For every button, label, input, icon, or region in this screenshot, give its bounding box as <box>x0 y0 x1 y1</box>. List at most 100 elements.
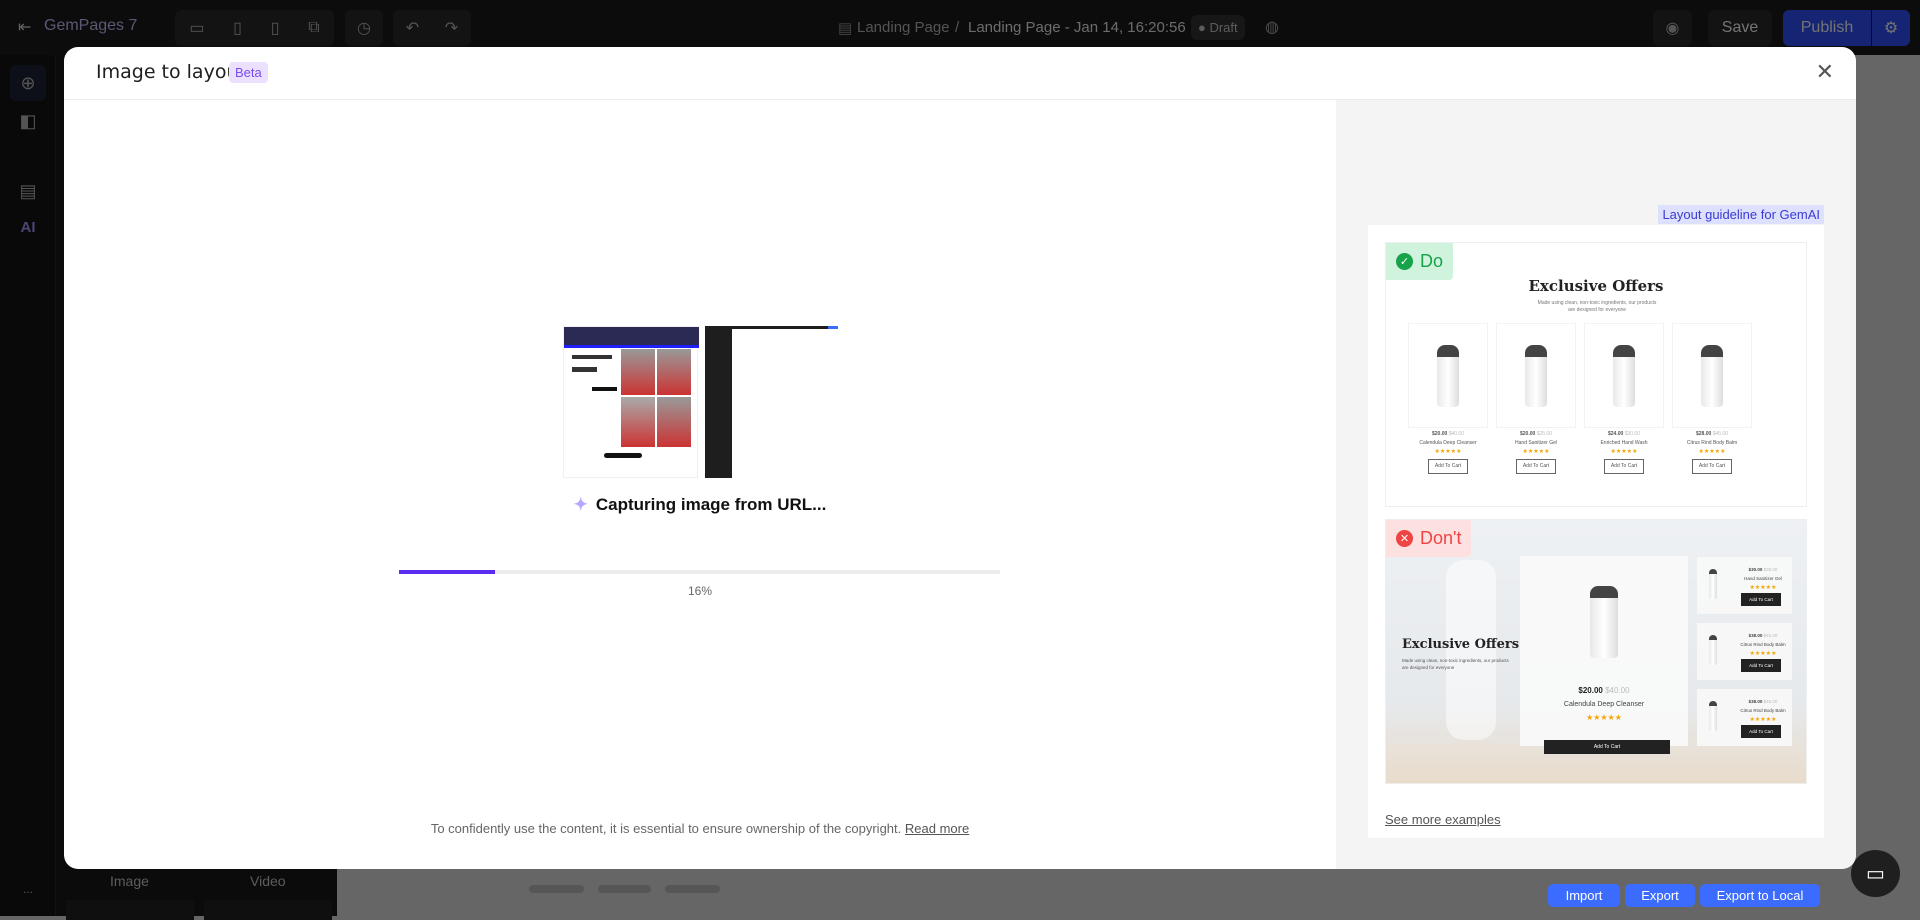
product-card <box>1496 323 1576 428</box>
desktop-icon[interactable]: ▭ <box>189 18 204 38</box>
product-name: Hand Sanitizer Gel <box>1744 576 1782 581</box>
theme-icon[interactable]: ◧ <box>10 103 46 139</box>
exit-icon[interactable]: ⇤ <box>18 17 31 37</box>
read-more-link[interactable]: Read more <box>905 821 969 836</box>
dont-tag: ✕ Don't <box>1386 520 1472 557</box>
chat-button[interactable]: ▭ <box>1851 850 1900 897</box>
old-price: $30.00 <box>1624 431 1640 437</box>
sidebar: ⊕ ◧ ▤ AI ... <box>0 55 56 916</box>
add-to-cart-button: Add To Cart <box>1544 740 1670 754</box>
x-circle-icon: ✕ <box>1396 530 1413 547</box>
breadcrumb-separator: / <box>955 19 960 36</box>
clock-icon: ◷ <box>357 20 371 37</box>
old-price: $38.00 <box>1763 567 1778 572</box>
ai-icon[interactable]: AI <box>10 209 46 245</box>
product-name: Calendula Deep Cleanser <box>1419 440 1477 446</box>
rating-stars: ★★★★★ <box>1749 585 1777 591</box>
status-badge: ● Draft <box>1191 15 1245 40</box>
add-to-cart-button: Add To Cart <box>1603 459 1645 474</box>
example-heading: Exclusive Offers <box>1402 637 1520 652</box>
price: $30.00 <box>1748 567 1763 572</box>
placeholder-bar <box>529 885 584 893</box>
price: $20.00 <box>1520 431 1536 437</box>
close-icon[interactable]: ✕ <box>1816 59 1834 85</box>
rating-stars: ★★★★★ <box>1522 449 1550 455</box>
preview-button[interactable]: ◉ <box>1653 10 1692 46</box>
rating-stars: ★★★★★ <box>1749 717 1777 723</box>
undo-redo: ↶ ↷ <box>393 10 471 46</box>
price: $20.00 <box>1578 686 1603 695</box>
redo-icon[interactable]: ↷ <box>445 18 458 38</box>
history-button[interactable]: ◷ <box>345 10 383 46</box>
captured-preview <box>563 326 838 478</box>
old-price: $40.00 <box>1605 686 1630 695</box>
tablet-icon[interactable]: ▯ <box>233 18 242 38</box>
guideline-card: ✓ Do Exclusive Offers Made using clean, n… <box>1368 225 1824 838</box>
price: $28.00 <box>1696 431 1712 437</box>
price: $24.00 <box>1608 431 1624 437</box>
globe-icon[interactable]: ◍ <box>1265 17 1279 37</box>
copyright-text: To confidently use the content, it is es… <box>430 821 902 836</box>
add-to-cart-button: Add To Cart <box>1691 459 1733 474</box>
copyright-notice: To confidently use the content, it is es… <box>64 821 1336 836</box>
page-title[interactable]: Landing Page - Jan 14, 16:20:56 <box>968 19 1186 36</box>
product-meta: $28.00 $45.00 Citrus Rind Body Balm ★★★★★ A… <box>1672 430 1752 474</box>
modal-header: Image to layout Beta ✕ <box>64 47 1856 100</box>
old-price: $40.00 <box>1448 431 1464 437</box>
undo-icon[interactable]: ↶ <box>406 18 419 38</box>
breadcrumb-parent[interactable]: Landing Page <box>857 19 950 36</box>
mobile-icon[interactable]: ▯ <box>271 18 280 38</box>
capture-status-text: Capturing image from URL... <box>595 495 827 514</box>
capture-status: ✦ Capturing image from URL... <box>64 495 1336 515</box>
image-to-layout-modal: Image to layout Beta ✕ ✦ Capturing image … <box>64 47 1856 869</box>
export-local-button[interactable]: Export to Local <box>1700 884 1820 907</box>
layout-icon[interactable]: ▤ <box>10 173 46 209</box>
product-card <box>1584 323 1664 428</box>
export-button[interactable]: Export <box>1625 884 1695 907</box>
add-to-cart-button: Add To Cart <box>1515 459 1557 474</box>
see-more-link[interactable]: See more examples <box>1385 812 1501 827</box>
publish-button[interactable]: Publish <box>1783 10 1871 46</box>
placeholder-bar <box>665 885 720 893</box>
old-price: $25.00 <box>1536 431 1552 437</box>
product-name: Citrus Rind Body Balm <box>1686 440 1738 446</box>
side-product-card: $38.00 $45.00 Citrus Rind Body Balm ★★★★★ … <box>1697 623 1792 680</box>
page-icon: ▤ <box>838 20 853 37</box>
product-meta: $20.00 $25.00 Hand Sanitizer Gel ★★★★★ Add … <box>1496 430 1576 474</box>
side-product-card: $30.00 $38.00 Hand Sanitizer Gel ★★★★★ Add… <box>1697 557 1792 614</box>
price: $20.00 <box>1432 431 1448 437</box>
eye-icon: ◉ <box>1665 20 1680 37</box>
save-button[interactable]: Save <box>1708 10 1772 46</box>
responsive-icon[interactable]: ⧉ <box>308 19 319 37</box>
old-price: $45.00 <box>1712 431 1728 437</box>
progress-bar <box>399 570 1000 574</box>
product-meta: $20.00 $40.00 Calendula Deep Cleanser ★★★★… <box>1408 430 1488 474</box>
price: $38.00 <box>1748 633 1763 638</box>
element-video[interactable]: Video <box>250 873 286 889</box>
rating-stars: ★★★★★ <box>1610 449 1638 455</box>
more-icon[interactable]: ... <box>10 871 46 907</box>
example-subtitle: Made using clean, non-toxic ingredients,… <box>1402 658 1509 670</box>
progress-label: 16% <box>687 584 713 598</box>
product-name: Citrus Rind Body Balm <box>1740 642 1786 647</box>
chat-icon: ▭ <box>1866 863 1885 885</box>
publish-settings-button[interactable]: ⚙ <box>1872 10 1910 46</box>
app-name: GemPages 7 <box>44 17 138 34</box>
element-tile[interactable] <box>66 900 194 920</box>
add-to-cart-button: Add To Cart <box>1741 593 1781 606</box>
element-tile[interactable] <box>204 900 332 920</box>
product-name: Hand Sanitizer Gel <box>1515 440 1557 446</box>
product-name: Calendula Deep Cleanser <box>1563 701 1645 708</box>
rating-stars: ★★★★★ <box>1434 449 1462 455</box>
import-button[interactable]: Import <box>1548 884 1620 907</box>
add-element-icon[interactable]: ⊕ <box>10 65 46 101</box>
device-switcher: ▭ ▯ ▯ ⧉ <box>175 10 334 46</box>
guideline-label: Layout guideline for GemAI <box>1658 205 1824 224</box>
modal-title: Image to layout <box>96 61 246 83</box>
add-to-cart-button: Add To Cart <box>1427 459 1469 474</box>
product-name: Citrus Rind Body Balm <box>1740 708 1786 713</box>
rating-stars: ★★★★★ <box>1586 713 1622 722</box>
rating-stars: ★★★★★ <box>1698 449 1726 455</box>
element-image[interactable]: Image <box>110 873 149 889</box>
old-price: $45.00 <box>1763 699 1778 704</box>
